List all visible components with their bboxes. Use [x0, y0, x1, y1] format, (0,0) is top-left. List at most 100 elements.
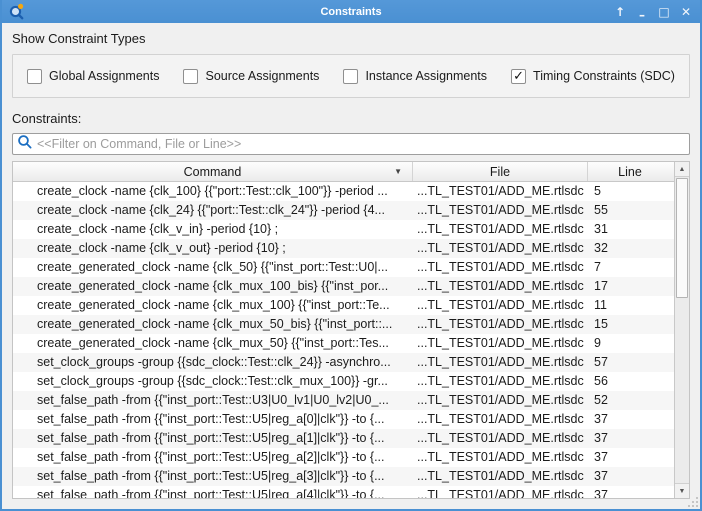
checkbox-label: Global Assignments — [49, 69, 159, 83]
sort-descending-icon: ▼ — [394, 168, 402, 176]
checkbox-timing-constraints-sdc[interactable]: ✓ Timing Constraints (SDC) — [511, 69, 675, 84]
command-cell: set_clock_groups -group {{sdc_clock::Tes… — [13, 353, 413, 372]
command-cell: set_false_path -from {{"inst_port::Test:… — [13, 391, 413, 410]
line-cell: 37 — [588, 429, 672, 448]
vertical-scrollbar[interactable]: ▲ ▼ — [674, 162, 689, 498]
table-header: Command ▼ File Line — [13, 162, 674, 182]
minimize-button[interactable]: – — [634, 4, 650, 20]
table-row[interactable]: create_clock -name {clk_v_in} -period {1… — [13, 220, 674, 239]
file-cell: ...TL_TEST01/ADD_ME.rtlsdc — [413, 258, 588, 277]
checkbox-instance-assignments[interactable]: Instance Assignments — [343, 69, 487, 84]
file-cell: ...TL_TEST01/ADD_ME.rtlsdc — [413, 372, 588, 391]
checkbox-checked-icon[interactable]: ✓ — [511, 69, 526, 84]
command-cell: create_clock -name {clk_100} {{"port::Te… — [13, 182, 413, 201]
line-cell: 37 — [588, 410, 672, 429]
checkbox-global-assignments[interactable]: Global Assignments — [27, 69, 159, 84]
constraint-types-groupbox: Global Assignments Source Assignments Inst… — [12, 54, 690, 98]
file-cell: ...TL_TEST01/ADD_ME.rtlsdc — [413, 410, 588, 429]
line-cell: 11 — [588, 296, 672, 315]
checkbox-unchecked-icon[interactable] — [27, 69, 42, 84]
command-cell: create_generated_clock -name {clk_mux_50… — [13, 315, 413, 334]
checkbox-unchecked-icon[interactable] — [183, 69, 198, 84]
line-cell: 55 — [588, 201, 672, 220]
file-cell: ...TL_TEST01/ADD_ME.rtlsdc — [413, 239, 588, 258]
table-row[interactable]: create_clock -name {clk_v_out} -period {… — [13, 239, 674, 258]
line-cell: 7 — [588, 258, 672, 277]
scrollbar-down-button[interactable]: ▼ — [675, 483, 689, 498]
maximize-button[interactable]: □ — [656, 4, 672, 20]
command-cell: set_false_path -from {{"inst_port::Test:… — [13, 448, 413, 467]
line-cell: 15 — [588, 315, 672, 334]
constraints-table: Command ▼ File Line create_clock -name {… — [12, 161, 690, 499]
line-cell: 5 — [588, 182, 672, 201]
line-cell: 57 — [588, 353, 672, 372]
file-cell: ...TL_TEST01/ADD_ME.rtlsdc — [413, 353, 588, 372]
file-cell: ...TL_TEST01/ADD_ME.rtlsdc — [413, 277, 588, 296]
table-row[interactable]: create_generated_clock -name {clk_mux_50… — [13, 315, 674, 334]
column-header-line[interactable]: Line — [588, 162, 672, 181]
table-body: create_clock -name {clk_100} {{"port::Te… — [13, 182, 674, 498]
command-cell: create_generated_clock -name {clk_mux_10… — [13, 277, 413, 296]
file-cell: ...TL_TEST01/ADD_ME.rtlsdc — [413, 201, 588, 220]
command-cell: create_generated_clock -name {clk_mux_50… — [13, 334, 413, 353]
table-row[interactable]: set_false_path -from {{"inst_port::Test:… — [13, 467, 674, 486]
titlebar[interactable]: Constraints ↑ – □ ✕ — [2, 0, 700, 23]
show-constraint-types-label: Show Constraint Types — [12, 31, 690, 48]
column-header-command[interactable]: Command ▼ — [13, 162, 413, 181]
table-row[interactable]: create_generated_clock -name {clk_mux_10… — [13, 277, 674, 296]
table-row[interactable]: set_false_path -from {{"inst_port::Test:… — [13, 486, 674, 498]
file-cell: ...TL_TEST01/ADD_ME.rtlsdc — [413, 334, 588, 353]
file-cell: ...TL_TEST01/ADD_ME.rtlsdc — [413, 315, 588, 334]
line-cell: 31 — [588, 220, 672, 239]
line-cell: 32 — [588, 239, 672, 258]
checkbox-source-assignments[interactable]: Source Assignments — [183, 69, 319, 84]
table-row[interactable]: set_clock_groups -group {{sdc_clock::Tes… — [13, 372, 674, 391]
file-cell: ...TL_TEST01/ADD_ME.rtlsdc — [413, 182, 588, 201]
checkbox-label: Timing Constraints (SDC) — [533, 69, 675, 83]
command-cell: create_clock -name {clk_v_out} -period {… — [13, 239, 413, 258]
app-magnifier-icon — [8, 3, 26, 21]
file-cell: ...TL_TEST01/ADD_ME.rtlsdc — [413, 448, 588, 467]
file-cell: ...TL_TEST01/ADD_ME.rtlsdc — [413, 467, 588, 486]
filter-bar — [12, 133, 690, 155]
search-icon — [17, 134, 33, 155]
table-row[interactable]: create_generated_clock -name {clk_50} {{… — [13, 258, 674, 277]
column-header-file[interactable]: File — [413, 162, 588, 181]
line-cell: 37 — [588, 467, 672, 486]
table-row[interactable]: set_false_path -from {{"inst_port::Test:… — [13, 448, 674, 467]
file-cell: ...TL_TEST01/ADD_ME.rtlsdc — [413, 296, 588, 315]
checkbox-label: Instance Assignments — [365, 69, 487, 83]
command-cell: set_false_path -from {{"inst_port::Test:… — [13, 486, 413, 498]
file-cell: ...TL_TEST01/ADD_ME.rtlsdc — [413, 220, 588, 239]
table-row[interactable]: set_false_path -from {{"inst_port::Test:… — [13, 429, 674, 448]
table-row[interactable]: create_generated_clock -name {clk_mux_10… — [13, 296, 674, 315]
line-cell: 37 — [588, 486, 672, 498]
table-row[interactable]: set_false_path -from {{"inst_port::Test:… — [13, 391, 674, 410]
table-row[interactable]: create_clock -name {clk_24} {{"port::Tes… — [13, 201, 674, 220]
table-row[interactable]: create_generated_clock -name {clk_mux_50… — [13, 334, 674, 353]
constraints-dialog: Constraints ↑ – □ ✕ Show Constraint Type… — [0, 0, 702, 511]
command-cell: create_generated_clock -name {clk_mux_10… — [13, 296, 413, 315]
shade-button[interactable]: ↑ — [612, 4, 628, 20]
command-cell: set_false_path -from {{"inst_port::Test:… — [13, 410, 413, 429]
scrollbar-thumb[interactable] — [676, 178, 688, 298]
constraints-label: Constraints: — [12, 111, 690, 128]
line-cell: 37 — [588, 448, 672, 467]
command-cell: set_false_path -from {{"inst_port::Test:… — [13, 429, 413, 448]
scrollbar-up-button[interactable]: ▲ — [675, 162, 689, 177]
command-cell: set_clock_groups -group {{sdc_clock::Tes… — [13, 372, 413, 391]
table-row[interactable]: create_clock -name {clk_100} {{"port::Te… — [13, 182, 674, 201]
file-cell: ...TL_TEST01/ADD_ME.rtlsdc — [413, 486, 588, 498]
file-cell: ...TL_TEST01/ADD_ME.rtlsdc — [413, 391, 588, 410]
table-row[interactable]: set_clock_groups -group {{sdc_clock::Tes… — [13, 353, 674, 372]
resize-grip[interactable] — [688, 497, 698, 507]
line-cell: 56 — [588, 372, 672, 391]
line-cell: 52 — [588, 391, 672, 410]
checkbox-unchecked-icon[interactable] — [343, 69, 358, 84]
table-row[interactable]: set_false_path -from {{"inst_port::Test:… — [13, 410, 674, 429]
close-button[interactable]: ✕ — [678, 4, 694, 20]
command-cell: create_clock -name {clk_24} {{"port::Tes… — [13, 201, 413, 220]
filter-input[interactable] — [37, 137, 685, 151]
dialog-content: Show Constraint Types Global Assignments… — [2, 23, 700, 509]
command-cell: create_clock -name {clk_v_in} -period {1… — [13, 220, 413, 239]
